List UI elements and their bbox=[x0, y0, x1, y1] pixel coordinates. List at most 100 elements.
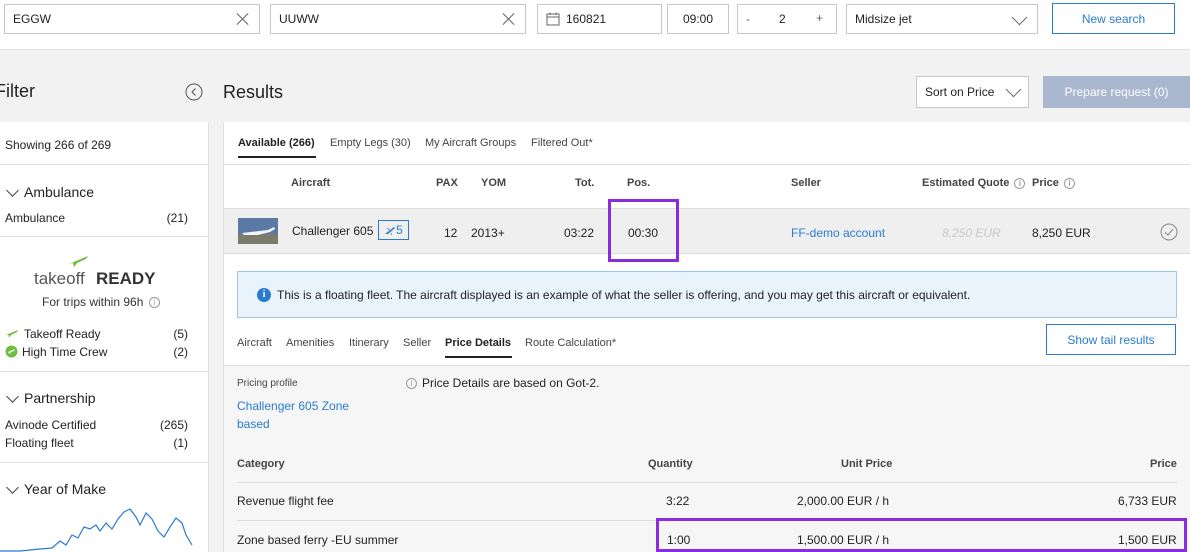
info-icon[interactable]: i bbox=[1063, 177, 1075, 189]
showing-count: Showing 266 of 269 bbox=[5, 138, 112, 152]
subtab-price-details[interactable]: Price Details bbox=[445, 337, 511, 349]
subtab-seller[interactable]: Seller bbox=[403, 337, 431, 349]
price-value: 8,250 EUR bbox=[1032, 226, 1091, 240]
price-row-unit-price: 2,000.00 EUR / h bbox=[797, 494, 890, 508]
result-row[interactable]: Challenger 605 5 12 2013+ 03:22 00:30 FF… bbox=[224, 208, 1190, 254]
chevron-down-icon bbox=[6, 389, 19, 403]
column-estimated-quote-label: Estimated Quote bbox=[922, 177, 1010, 189]
column-aircraft[interactable]: Aircraft bbox=[291, 177, 330, 189]
column-price-label: Price bbox=[1032, 177, 1059, 189]
column-pos[interactable]: Pos. bbox=[627, 177, 650, 189]
filter-item-count: (2) bbox=[173, 345, 188, 359]
prepare-request-button[interactable]: Prepare request (0) bbox=[1043, 76, 1190, 108]
filter-item-takeoff-ready[interactable]: Takeoff Ready (5) bbox=[5, 327, 188, 341]
subtab-itinerary[interactable]: Itinerary bbox=[349, 337, 389, 349]
pricing-profile-label: Pricing profile bbox=[237, 378, 298, 389]
aircraft-class-select[interactable]: Midsize jet bbox=[846, 4, 1038, 34]
subtab-route-calculation[interactable]: Route Calculation* bbox=[525, 337, 616, 349]
ambulance-heading[interactable]: Ambulance bbox=[5, 183, 95, 200]
filter-item-avinode-certified[interactable]: Avinode Certified (265) bbox=[5, 418, 188, 432]
tot-value: 03:22 bbox=[564, 226, 595, 240]
pricing-profile-link[interactable]: Challenger 605 Zone bbox=[237, 399, 349, 413]
pax-stepper[interactable]: - 2 + bbox=[737, 4, 837, 34]
info-icon[interactable]: i bbox=[148, 297, 160, 309]
calendar-icon bbox=[546, 12, 560, 26]
badge-count: 5 bbox=[396, 223, 403, 237]
chevron-down-icon bbox=[1011, 9, 1028, 26]
filter-item-count: (1) bbox=[173, 436, 188, 450]
filter-item-floating-fleet[interactable]: Floating fleet (1) bbox=[5, 436, 188, 450]
column-tot[interactable]: Tot. bbox=[575, 177, 594, 189]
column-quantity: Quantity bbox=[648, 458, 693, 470]
filter-item-label: Floating fleet bbox=[5, 436, 74, 450]
filter-item-count: (21) bbox=[166, 211, 188, 225]
logo-text-light: takeoff bbox=[34, 269, 85, 288]
sort-select-value: Sort on Price bbox=[925, 85, 995, 99]
crew-badge-icon bbox=[5, 345, 18, 358]
column-category: Category bbox=[237, 458, 285, 470]
info-icon[interactable]: i bbox=[1014, 177, 1026, 189]
clear-from-icon[interactable] bbox=[235, 11, 251, 27]
time-value: 09:00 bbox=[682, 12, 714, 26]
date-field[interactable]: 160821 bbox=[537, 4, 662, 34]
subtab-aircraft[interactable]: Aircraft bbox=[237, 337, 272, 349]
takeoff-ready-logo: takeoff READY bbox=[34, 254, 184, 288]
divider bbox=[0, 371, 208, 372]
pricing-profile-link-cont[interactable]: based bbox=[237, 417, 270, 431]
column-unit-price: Unit Price bbox=[841, 458, 893, 470]
collapse-filter-icon[interactable] bbox=[185, 83, 203, 101]
pax-value: 12 bbox=[444, 226, 458, 240]
new-search-button[interactable]: New search bbox=[1052, 3, 1175, 34]
partnership-heading[interactable]: Partnership bbox=[5, 389, 96, 406]
highlight-box-pos bbox=[608, 199, 679, 262]
tab-filtered-out[interactable]: Filtered Out* bbox=[531, 137, 593, 149]
filter-title: Filter bbox=[0, 81, 35, 101]
subtab-amenities[interactable]: Amenities bbox=[286, 337, 334, 349]
show-tail-results-button[interactable]: Show tail results bbox=[1046, 324, 1176, 355]
year-of-make-heading[interactable]: Year of Make bbox=[5, 480, 106, 497]
pax-increment-button[interactable]: + bbox=[816, 11, 823, 25]
takeoff-subtitle: For trips within 96h i bbox=[42, 295, 160, 309]
chevron-down-icon bbox=[1005, 81, 1022, 98]
highlight-box-ferry-row bbox=[656, 518, 1187, 552]
filter-item-ambulance[interactable]: Ambulance (21) bbox=[5, 211, 188, 225]
column-estimated-quote[interactable]: Estimated Quote i bbox=[922, 177, 1026, 189]
pax-decrement-button[interactable]: - bbox=[746, 12, 750, 26]
tab-my-aircraft-groups[interactable]: My Aircraft Groups bbox=[425, 137, 516, 149]
column-price: Price bbox=[1150, 458, 1177, 470]
from-airport-field[interactable]: EGGW bbox=[4, 4, 260, 34]
to-airport-field[interactable]: UUWW bbox=[270, 4, 526, 34]
column-price[interactable]: Price i bbox=[1032, 177, 1075, 189]
tab-empty-legs[interactable]: Empty Legs (30) bbox=[330, 137, 411, 149]
tab-available[interactable]: Available (266) bbox=[238, 137, 315, 149]
divider bbox=[237, 482, 1177, 483]
search-bar: EGGW UUWW 160821 09:00 - 2 + Midsize jet… bbox=[0, 0, 1190, 50]
plane-icon bbox=[69, 256, 88, 267]
time-field[interactable]: 09:00 bbox=[667, 4, 729, 34]
filter-item-label-wrap: High Time Crew bbox=[5, 345, 107, 359]
active-tab-indicator bbox=[238, 156, 316, 158]
aircraft-name: Challenger 605 bbox=[292, 224, 374, 238]
select-check-icon[interactable] bbox=[1160, 223, 1178, 241]
year-of-make-histogram[interactable] bbox=[0, 505, 209, 552]
seller-link[interactable]: FF-demo account bbox=[791, 226, 885, 240]
clear-to-icon[interactable] bbox=[501, 11, 517, 27]
aircraft-class-value: Midsize jet bbox=[855, 12, 912, 26]
date-value: 160821 bbox=[566, 12, 607, 26]
results-panel: Available (266) Empty Legs (30) My Aircr… bbox=[223, 122, 1190, 552]
info-text: This is a floating fleet. The aircraft d… bbox=[277, 287, 971, 302]
price-row-category: Zone based ferry -EU summer bbox=[237, 533, 399, 547]
filter-item-high-time-crew[interactable]: High Time Crew (2) bbox=[5, 345, 188, 359]
column-seller[interactable]: Seller bbox=[791, 177, 821, 189]
active-subtab-indicator bbox=[445, 356, 512, 358]
divider bbox=[0, 236, 208, 237]
ambulance-heading-label: Ambulance bbox=[24, 184, 95, 200]
sort-select[interactable]: Sort on Price bbox=[916, 76, 1029, 108]
chevron-down-icon bbox=[6, 183, 19, 197]
floating-fleet-badge[interactable]: 5 bbox=[378, 220, 409, 240]
info-icon: i bbox=[406, 378, 417, 390]
column-pax[interactable]: PAX bbox=[436, 177, 458, 189]
column-yom[interactable]: YOM bbox=[481, 177, 506, 189]
takeoff-subtitle-text: For trips within 96h bbox=[42, 295, 144, 309]
filter-item-label-wrap: Takeoff Ready bbox=[5, 327, 101, 341]
